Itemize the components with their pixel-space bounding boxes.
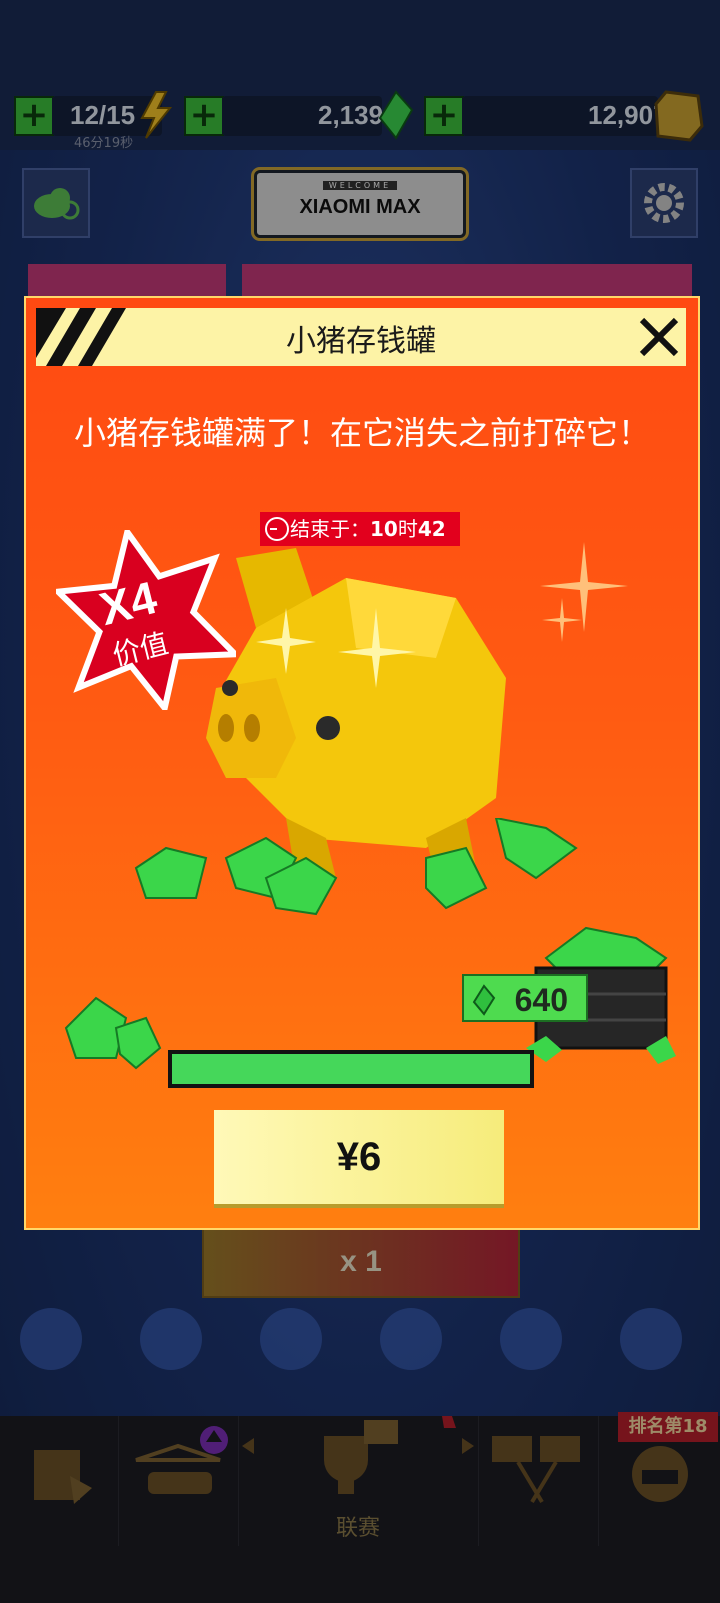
gem-amount-label: 640	[462, 974, 588, 1022]
gem-icon	[472, 984, 496, 1016]
purchase-button[interactable]: ¥6	[214, 1110, 504, 1204]
dialog-title: 小猪存钱罐	[286, 324, 436, 359]
dialog-header: 小猪存钱罐	[36, 308, 686, 366]
gems-pile-icon	[134, 818, 578, 916]
close-icon[interactable]	[636, 314, 682, 360]
progress-bar	[168, 1050, 534, 1088]
gem-amount: 640	[514, 982, 568, 1018]
gems-small-pile-icon	[64, 996, 162, 1070]
dialog-description: 小猪存钱罐满了！在它消失之前打碎它！	[73, 414, 650, 452]
piggy-bank-dialog: 小猪存钱罐 小猪存钱罐满了！在它消失之前打碎它！ 结束于：10时42分 X4 价…	[24, 296, 700, 1230]
